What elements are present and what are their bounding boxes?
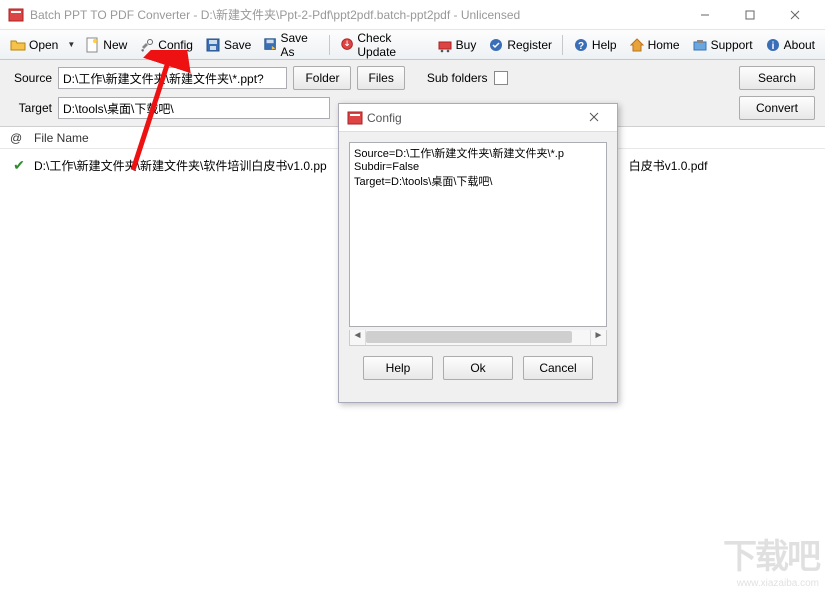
toolbar-separator	[329, 35, 330, 55]
maximize-button[interactable]	[727, 1, 772, 29]
scroll-right-icon[interactable]: ►	[590, 330, 606, 345]
convert-button[interactable]: Convert	[739, 96, 815, 120]
dialog-title: Config	[367, 111, 579, 125]
scroll-thumb[interactable]	[366, 331, 572, 343]
scroll-left-icon[interactable]: ◄	[350, 330, 366, 345]
app-icon	[8, 7, 24, 23]
title-bar: Batch PPT TO PDF Converter - D:\新建文件夹\Pp…	[0, 0, 825, 30]
register-icon	[488, 37, 504, 53]
check-update-button[interactable]: Check Update	[334, 28, 430, 62]
open-icon	[10, 37, 26, 53]
target-label: Target	[10, 101, 52, 115]
search-button[interactable]: Search	[739, 66, 815, 90]
save-as-icon	[263, 37, 277, 53]
svg-text:?: ?	[578, 41, 584, 52]
horizontal-scrollbar[interactable]: ◄ ►	[349, 330, 607, 346]
minimize-button[interactable]	[682, 1, 727, 29]
about-button[interactable]: i About	[759, 34, 821, 56]
close-icon	[790, 10, 800, 20]
save-as-label: Save As	[280, 31, 319, 59]
open-label: Open	[29, 38, 58, 52]
toolbar-separator	[562, 35, 563, 55]
register-label: Register	[507, 38, 552, 52]
new-button[interactable]: New	[78, 34, 133, 56]
file-path-right: 白皮书v1.0.pdf	[629, 157, 708, 174]
buy-label: Buy	[456, 38, 477, 52]
files-button[interactable]: Files	[357, 66, 404, 90]
help-button[interactable]: ? Help	[567, 34, 623, 56]
home-icon	[629, 37, 645, 53]
config-textarea[interactable]	[349, 142, 607, 327]
dialog-close-button[interactable]	[579, 111, 609, 125]
source-label: Source	[10, 71, 52, 85]
about-label: About	[784, 38, 815, 52]
dialog-ok-button[interactable]: Ok	[443, 356, 513, 380]
update-icon	[340, 37, 354, 53]
source-input[interactable]	[58, 67, 287, 89]
close-button[interactable]	[772, 1, 817, 29]
config-dialog: Config ◄ ► Help Ok Cancel	[338, 103, 618, 403]
scroll-track[interactable]	[366, 330, 590, 345]
close-icon	[589, 112, 599, 122]
buy-icon	[437, 37, 453, 53]
config-icon	[139, 37, 155, 53]
save-label: Save	[224, 38, 251, 52]
config-label: Config	[158, 38, 193, 52]
home-label: Home	[648, 38, 680, 52]
dialog-cancel-button[interactable]: Cancel	[523, 356, 593, 380]
file-path-left: D:\工作\新建文件夹\新建文件夹\软件培训白皮书v1.0.pp	[34, 157, 327, 174]
check-update-label: Check Update	[357, 31, 424, 59]
target-input[interactable]	[58, 97, 330, 119]
subfolders-checkbox[interactable]	[494, 71, 508, 85]
config-button[interactable]: Config	[133, 34, 199, 56]
col-status: @	[10, 131, 34, 145]
help-label: Help	[592, 38, 617, 52]
support-icon	[692, 37, 708, 53]
watermark-text: 下载吧	[723, 529, 819, 578]
dialog-help-button[interactable]: Help	[363, 356, 433, 380]
buy-button[interactable]: Buy	[431, 34, 483, 56]
new-label: New	[103, 38, 127, 52]
open-button[interactable]: Open	[4, 34, 64, 56]
new-icon	[84, 37, 100, 53]
home-button[interactable]: Home	[623, 34, 686, 56]
save-icon	[205, 37, 221, 53]
window-title: Batch PPT TO PDF Converter - D:\新建文件夹\Pp…	[30, 6, 682, 23]
open-dropdown[interactable]: ▼	[64, 40, 78, 49]
checkmark-icon: ✔	[10, 157, 28, 174]
help-icon: ?	[573, 37, 589, 53]
main-toolbar: Open ▼ New Config Save Save As Check Upd…	[0, 30, 825, 60]
dialog-titlebar[interactable]: Config	[339, 104, 617, 132]
subfolders-label: Sub folders	[427, 71, 488, 85]
support-label: Support	[711, 38, 753, 52]
watermark-url: www.xiazaiba.com	[723, 578, 819, 589]
register-button[interactable]: Register	[482, 34, 558, 56]
minimize-icon	[700, 10, 710, 20]
maximize-icon	[745, 10, 755, 20]
svg-text:i: i	[771, 41, 774, 52]
save-button[interactable]: Save	[199, 34, 257, 56]
folder-button[interactable]: Folder	[293, 66, 351, 90]
dialog-app-icon	[347, 110, 363, 126]
about-icon: i	[765, 37, 781, 53]
save-as-button[interactable]: Save As	[257, 28, 325, 62]
watermark: 下载吧 www.xiazaiba.com	[723, 529, 819, 589]
support-button[interactable]: Support	[686, 34, 759, 56]
col-filename: File Name	[34, 131, 89, 145]
